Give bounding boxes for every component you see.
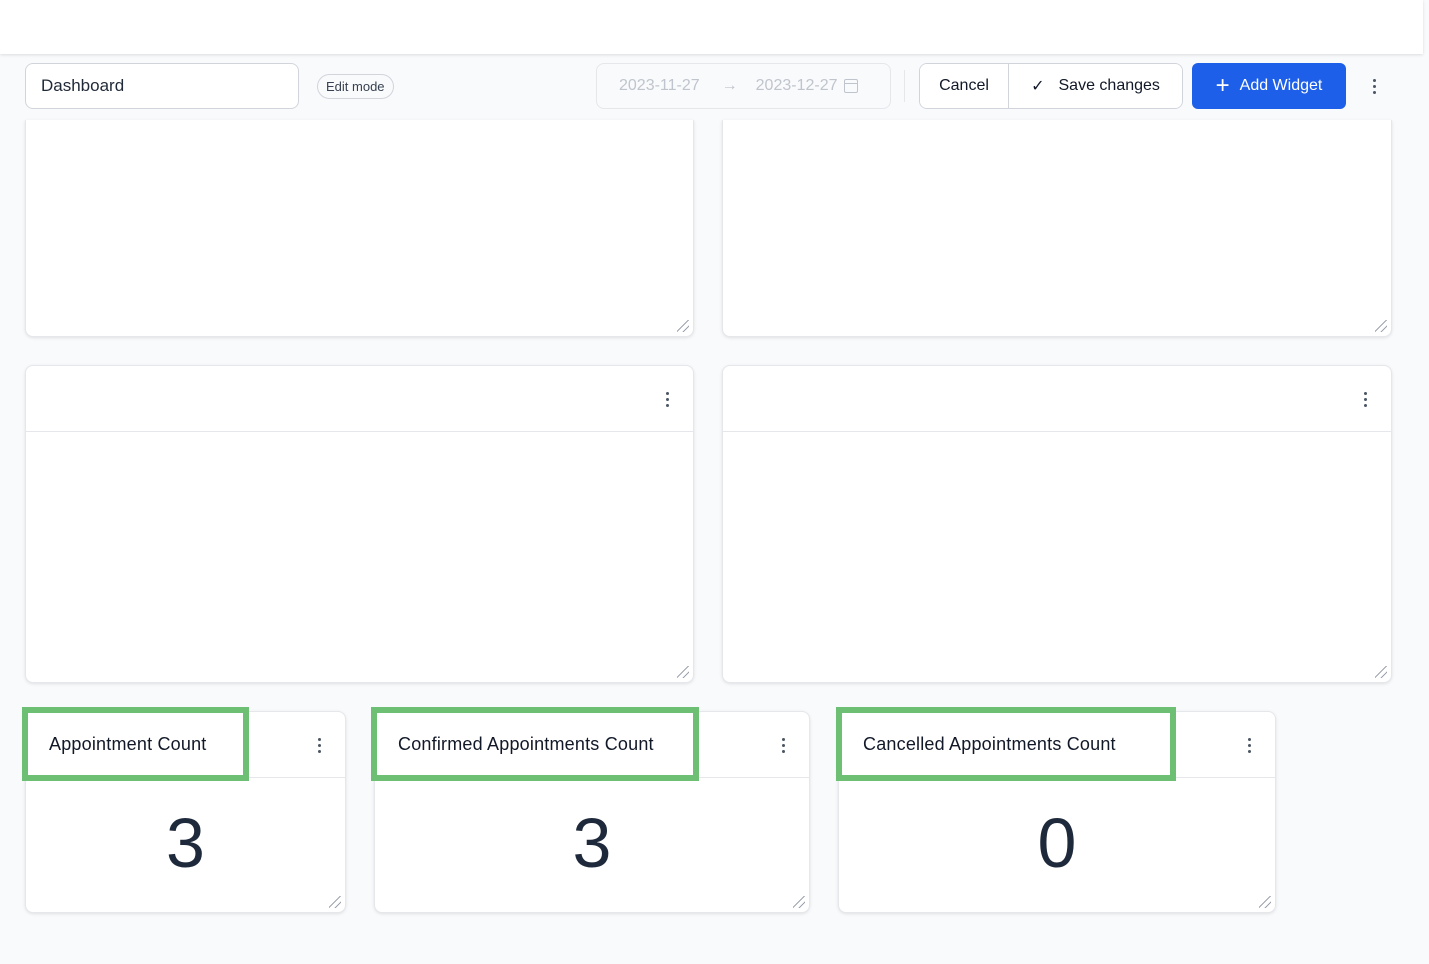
dashboard-toolbar: Dashboard Edit mode 2023-11-27 → 2023-12…: [0, 62, 1429, 112]
edit-actions-group: Cancel ✓ Save changes: [919, 63, 1183, 109]
arrow-right-icon: →: [721, 77, 738, 94]
resize-handle-icon[interactable]: [329, 896, 341, 908]
resize-handle-icon[interactable]: [1259, 896, 1271, 908]
more-vertical-icon[interactable]: [1239, 733, 1259, 757]
date-range-start: 2023-11-27: [619, 77, 700, 94]
widget-title-confirmed-appointments-count: Confirmed Appointments Count: [371, 707, 699, 781]
widget-header: [26, 366, 693, 432]
kpi-value: 0: [1037, 804, 1077, 882]
widget-card: [25, 365, 694, 683]
cancel-button-label: Cancel: [939, 77, 989, 94]
resize-handle-icon[interactable]: [1375, 666, 1387, 678]
plus-icon: +: [1215, 72, 1230, 99]
add-widget-label: Add Widget: [1239, 77, 1323, 94]
widget-card: [25, 120, 694, 337]
top-navbar: [0, 0, 1423, 54]
resize-handle-icon[interactable]: [677, 320, 689, 332]
widget-card: [722, 365, 1392, 683]
kpi-value: 3: [166, 804, 205, 882]
more-vertical-icon[interactable]: [657, 387, 677, 411]
more-vertical-icon[interactable]: [1364, 74, 1384, 98]
calendar-icon: [843, 79, 858, 93]
widget-card: [722, 120, 1392, 337]
toolbar-divider: [904, 70, 905, 102]
cancel-button[interactable]: Cancel: [920, 64, 1009, 108]
resize-handle-icon[interactable]: [677, 666, 689, 678]
widget-header: [723, 366, 1391, 432]
add-widget-button[interactable]: + Add Widget: [1192, 63, 1346, 109]
date-range-picker[interactable]: 2023-11-27 → 2023-12-27: [596, 63, 891, 109]
more-vertical-icon[interactable]: [1355, 387, 1375, 411]
edit-mode-badge: Edit mode: [317, 74, 394, 99]
widget-title-cancelled-appointments-count: Cancelled Appointments Count: [836, 707, 1176, 781]
date-range-end: 2023-12-27: [755, 77, 838, 94]
kpi-value: 3: [572, 804, 612, 882]
widget-title-appointment-count: Appointment Count: [22, 707, 249, 781]
dashboard-name-value: Dashboard: [41, 76, 125, 95]
check-icon: ✓: [1031, 78, 1045, 95]
save-changes-button[interactable]: ✓ Save changes: [1009, 64, 1182, 108]
save-changes-label: Save changes: [1058, 77, 1160, 94]
resize-handle-icon[interactable]: [793, 896, 805, 908]
dashboard-name-input[interactable]: Dashboard: [25, 63, 299, 109]
more-vertical-icon[interactable]: [773, 733, 793, 757]
more-vertical-icon[interactable]: [309, 733, 329, 757]
resize-handle-icon[interactable]: [1375, 320, 1387, 332]
